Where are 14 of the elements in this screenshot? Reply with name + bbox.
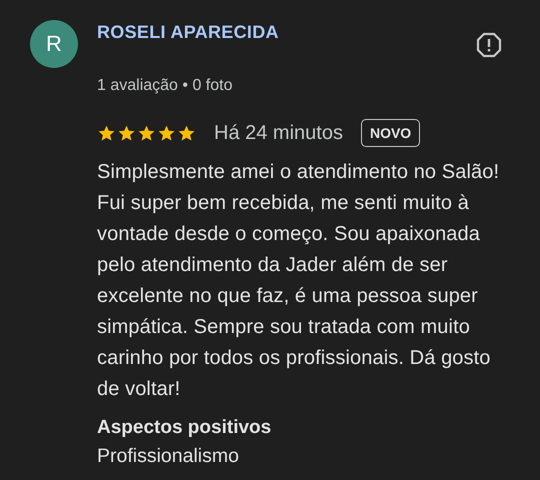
new-badge: NOVO — [360, 119, 420, 147]
star-icon — [157, 124, 176, 142]
star-icon — [177, 124, 196, 142]
star-icon — [97, 124, 116, 142]
review-text: Simplesmente amei o atendimento no Salão! Fui super bem recebida, me senti muito à vontade desde o começo. Sou apaixonada pelo atendimento da Jader além de ser excelente no que faz, é uma pessoa super simpática. Sempre sou tratada com muito carinho por todos os profissionais. Dá gosto de voltar! — [97, 160, 500, 402]
aspects-heading: Aspectos positivos — [97, 417, 272, 439]
review-time: Há 24 minutos — [214, 122, 343, 144]
star-icon — [117, 124, 136, 142]
star-icon — [137, 124, 156, 142]
avatar[interactable]: R — [30, 20, 78, 68]
review-count: 1 avaliação • 0 foto — [97, 77, 234, 95]
author-name[interactable]: ROSELI APARECIDA — [97, 22, 279, 43]
aspect-item: Profissionalismo — [97, 445, 240, 468]
alert-icon[interactable] — [476, 32, 502, 58]
